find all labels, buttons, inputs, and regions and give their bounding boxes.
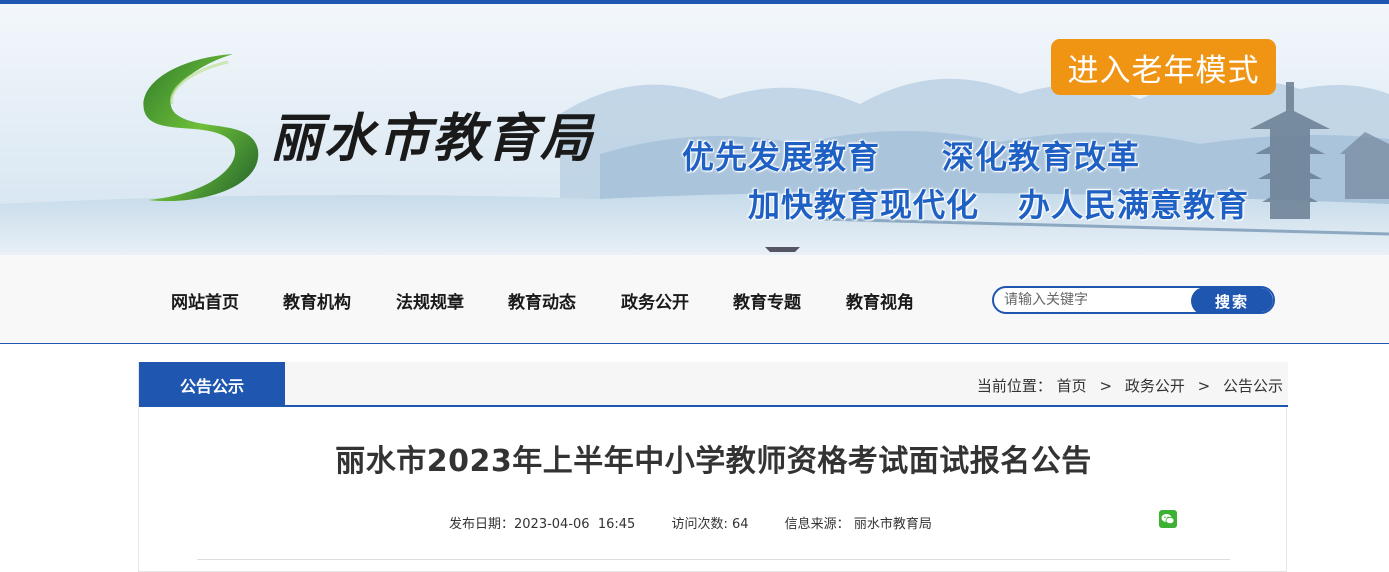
breadcrumb-separator: >	[1099, 377, 1113, 395]
info-source-label: 信息来源：	[784, 517, 850, 532]
nav-item-topics[interactable]: 教育专题	[733, 288, 801, 313]
section-tab[interactable]: 公告公示	[139, 362, 285, 407]
nav-item-home[interactable]: 网站首页	[171, 288, 239, 313]
lishui-logo-icon	[143, 54, 259, 202]
search-box: 搜索	[992, 286, 1275, 314]
breadcrumb: 当前位置： 首页 > 政务公开 > 公告公示	[977, 375, 1283, 396]
breadcrumb-government-affairs[interactable]: 政务公开	[1125, 377, 1185, 395]
info-source-value: 丽水市教育局	[853, 517, 932, 532]
breadcrumb-announcements[interactable]: 公告公示	[1223, 377, 1283, 395]
search-input[interactable]	[994, 288, 1194, 312]
visit-count-label: 访问次数:	[671, 517, 728, 532]
publish-date-value: 2023-04-06 16:45	[514, 517, 636, 532]
article-meta: 发布日期：2023-04-06 16:45 访问次数: 64 信息来源： 丽水市…	[449, 513, 964, 532]
nav-item-news[interactable]: 教育动态	[508, 288, 576, 313]
slogan-3: 加快教育现代化	[748, 186, 980, 224]
publish-date: 发布日期：2023-04-06 16:45	[449, 517, 635, 532]
article-container: 公告公示 当前位置： 首页 > 政务公开 > 公告公示 丽水市2023年上半年中…	[138, 362, 1288, 572]
nav-item-institutions[interactable]: 教育机构	[283, 288, 351, 313]
breadcrumb-home[interactable]: 首页	[1057, 377, 1087, 395]
breadcrumb-prefix: 当前位置：	[976, 377, 1052, 395]
elder-mode-button[interactable]: 进入老年模式	[1051, 39, 1276, 95]
info-source: 信息来源： 丽水市教育局	[785, 517, 932, 532]
meta-divider	[197, 559, 1230, 560]
slogan-1: 优先发展教育	[682, 138, 881, 176]
slogan-2: 深化教育改革	[942, 138, 1141, 176]
main-nav: 网站首页 教育机构 法规规章 教育动态 政务公开 教育专题 教育视角 搜索	[0, 255, 1389, 344]
section-header-bar: 公告公示 当前位置： 首页 > 政务公开 > 公告公示	[139, 362, 1288, 407]
nav-item-regulations[interactable]: 法规规章	[396, 288, 464, 313]
wechat-icon[interactable]	[1159, 510, 1177, 528]
slogan-4: 办人民满意教育	[1018, 186, 1250, 224]
article-title: 丽水市2023年上半年中小学教师资格考试面试报名公告	[335, 444, 1092, 479]
search-button[interactable]: 搜索	[1191, 288, 1273, 312]
breadcrumb-separator: >	[1197, 377, 1211, 395]
publish-date-label: 发布日期：	[449, 517, 515, 532]
site-name: 丽水市教育局	[270, 108, 595, 169]
nav-item-government-affairs[interactable]: 政务公开	[621, 288, 689, 313]
header-banner: 丽水市教育局 进入老年模式 优先发展教育 深化教育改革 加快教育现代化 办人民满…	[0, 4, 1389, 255]
nav-item-perspective[interactable]: 教育视角	[846, 288, 914, 313]
visit-count-value: 64	[731, 517, 749, 532]
visit-count: 访问次数: 64	[671, 517, 748, 532]
